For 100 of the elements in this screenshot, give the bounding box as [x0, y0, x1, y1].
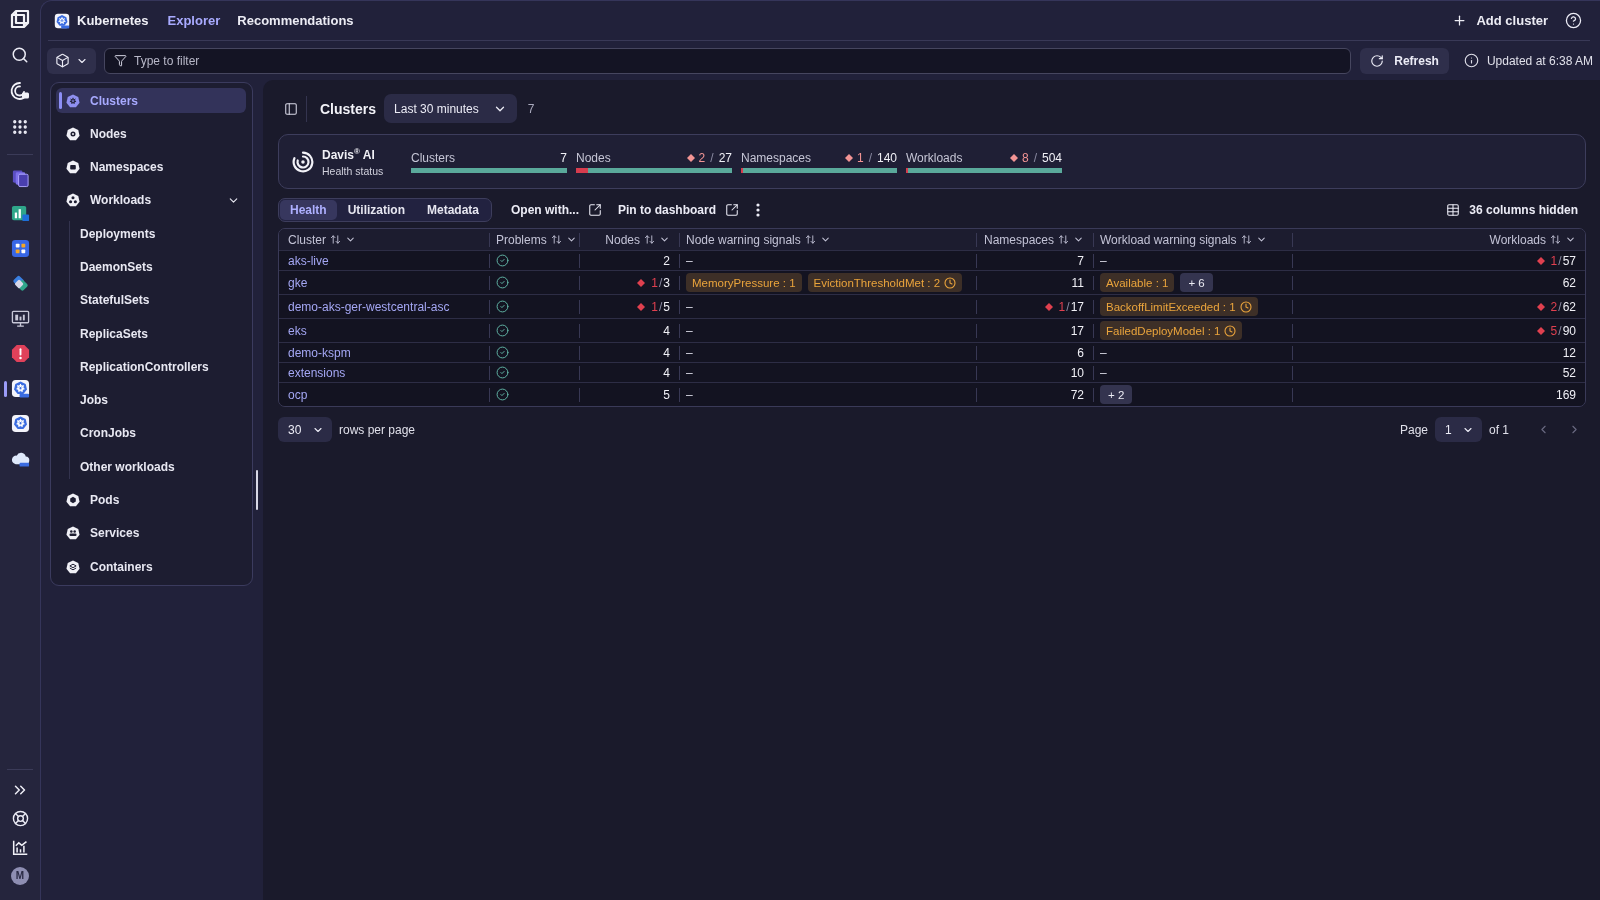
warning-chip[interactable]: EvictionThresholdMet : 2: [807, 273, 963, 292]
sidebar-subitem[interactable]: Deployments: [70, 221, 246, 247]
heptagon-icon: [66, 559, 80, 574]
sidebar-item[interactable]: Clusters: [56, 88, 246, 113]
empty-value: –: [686, 387, 693, 402]
cluster-link[interactable]: extensions: [288, 365, 346, 380]
bar-chart-icon[interactable]: [11, 838, 29, 856]
sort-icon: [1550, 234, 1561, 245]
action-link[interactable]: Pin to dashboard: [613, 198, 745, 222]
rows-per-page-select[interactable]: 30: [278, 417, 332, 442]
page-select[interactable]: 1: [1435, 417, 1482, 442]
view-tab[interactable]: Utilization: [336, 200, 416, 220]
empty-value: –: [686, 365, 693, 380]
help-icon[interactable]: [1565, 12, 1582, 29]
nav-tab[interactable]: Recommendations: [237, 13, 354, 28]
count-text: 11: [1071, 275, 1084, 290]
wheel-tile-icon[interactable]: [10, 379, 30, 398]
refresh-button[interactable]: Refresh: [1360, 47, 1449, 74]
sidebar-subitem[interactable]: ReplicaSets: [70, 321, 246, 347]
heptagon-icon: [66, 526, 80, 541]
column-header[interactable]: Workloads: [1489, 232, 1576, 247]
count-text: 169: [1555, 387, 1576, 402]
sidebar-subitem[interactable]: CronJobs: [70, 420, 246, 446]
layered-shapes-icon[interactable]: [10, 274, 30, 293]
hidden-columns-button[interactable]: 36 columns hidden: [1446, 198, 1586, 222]
heptagon-icon: [66, 193, 80, 208]
more-chip[interactable]: + 2: [1100, 385, 1133, 404]
cluster-link[interactable]: ocp: [288, 387, 308, 402]
warning-chip[interactable]: Available : 1: [1100, 273, 1175, 292]
sidebar-item[interactable]: Nodes: [56, 121, 246, 147]
cluster-link[interactable]: aks-live: [288, 253, 329, 268]
filter-field[interactable]: Type to filter: [104, 47, 1352, 74]
count-text: 4: [663, 365, 670, 380]
empty-value: –: [686, 323, 693, 338]
more-chip[interactable]: + 6: [1180, 273, 1213, 292]
user-avatar[interactable]: M: [11, 866, 29, 885]
warning-chip[interactable]: BackoffLimitExceeded : 1: [1100, 297, 1258, 316]
warning-chip[interactable]: MemoryPressure : 1: [686, 273, 802, 292]
view-tab[interactable]: Metadata: [416, 200, 491, 220]
arrow-out-square-icon: [588, 203, 603, 217]
empty-value: –: [686, 345, 693, 360]
count-text: 52: [1562, 365, 1576, 380]
chevron-down-icon: [1073, 234, 1084, 245]
entity-type-dropdown[interactable]: [47, 47, 96, 74]
column-header[interactable]: Cluster: [288, 232, 356, 247]
cluster-link[interactable]: demo-aks-ger-westcentral-asc: [288, 299, 450, 314]
sidebar-subitem[interactable]: Other workloads: [70, 454, 246, 480]
page-label: Page: [1399, 422, 1428, 437]
lifebuoy-icon[interactable]: [11, 810, 29, 828]
sidebar-item[interactable]: Workloads: [56, 187, 246, 213]
count-text: 10: [1070, 365, 1084, 380]
arrow-out-square-icon: [725, 203, 740, 217]
view-tab[interactable]: Health: [280, 200, 337, 220]
count-text: 4: [663, 345, 670, 360]
panel-toggle-icon[interactable]: [284, 101, 298, 116]
cluster-link[interactable]: demo-kspm: [288, 345, 351, 360]
sort-icon: [804, 234, 816, 245]
column-header[interactable]: Workload warning signals: [1100, 232, 1267, 247]
ratio-text: 5/90: [1550, 323, 1576, 338]
nav-tab[interactable]: Explorer: [167, 13, 221, 28]
wheel-tile-icon[interactable]: [54, 12, 70, 29]
grid-dots-icon[interactable]: [11, 118, 29, 136]
chevron-down-icon: [345, 234, 356, 245]
sidebar-item[interactable]: Pods: [56, 487, 246, 513]
ratio-text: 1/3: [651, 275, 670, 290]
search-icon[interactable]: [11, 46, 29, 64]
grid-tile-icon[interactable]: [10, 239, 30, 258]
heptagon-icon: [66, 93, 80, 108]
chart-tile-icon[interactable]: [10, 204, 30, 223]
column-header[interactable]: Node warning signals: [686, 232, 831, 247]
action-link[interactable]: Open with...: [506, 198, 608, 222]
chat-swirl-icon[interactable]: [10, 81, 30, 101]
column-header[interactable]: Nodes: [605, 232, 670, 247]
sidebar-item[interactable]: Services: [56, 520, 246, 546]
cube-icon: [55, 53, 70, 68]
cluster-link[interactable]: eks: [288, 323, 307, 338]
add-cluster-button[interactable]: Add cluster: [1452, 13, 1548, 28]
diamond-icon: [686, 153, 695, 162]
alert-icon[interactable]: [10, 344, 30, 363]
scrollbar-thumb[interactable]: [256, 470, 258, 510]
count-text: 6: [1077, 345, 1084, 360]
heptagon-icon: [66, 493, 80, 508]
page-title: Clusters: [320, 100, 377, 117]
sidebar-item[interactable]: Containers: [56, 554, 246, 580]
logo-icon[interactable]: [10, 9, 30, 29]
sidebar-subitem[interactable]: StatefulSets: [70, 287, 246, 313]
column-header[interactable]: Problems: [496, 232, 577, 247]
column-header[interactable]: Namespaces: [983, 232, 1084, 247]
sidebar-item[interactable]: Namespaces: [56, 154, 246, 180]
sidebar-subitem[interactable]: ReplicationControllers: [70, 354, 246, 380]
monitor-icon[interactable]: [10, 309, 30, 328]
warning-chip[interactable]: FailedDeployModel : 1: [1100, 321, 1243, 340]
heptagon-icon: [66, 160, 80, 175]
wheel-tile-icon[interactable]: [10, 414, 30, 433]
sort-icon: [644, 234, 655, 245]
sidebar-subitem[interactable]: Jobs: [70, 387, 246, 413]
stacked-squares-icon[interactable]: [10, 169, 30, 188]
cluster-link[interactable]: gke: [288, 275, 308, 290]
timeframe-dropdown[interactable]: Last 30 minutes: [384, 94, 517, 123]
sidebar-subitem[interactable]: DaemonSets: [70, 254, 246, 280]
